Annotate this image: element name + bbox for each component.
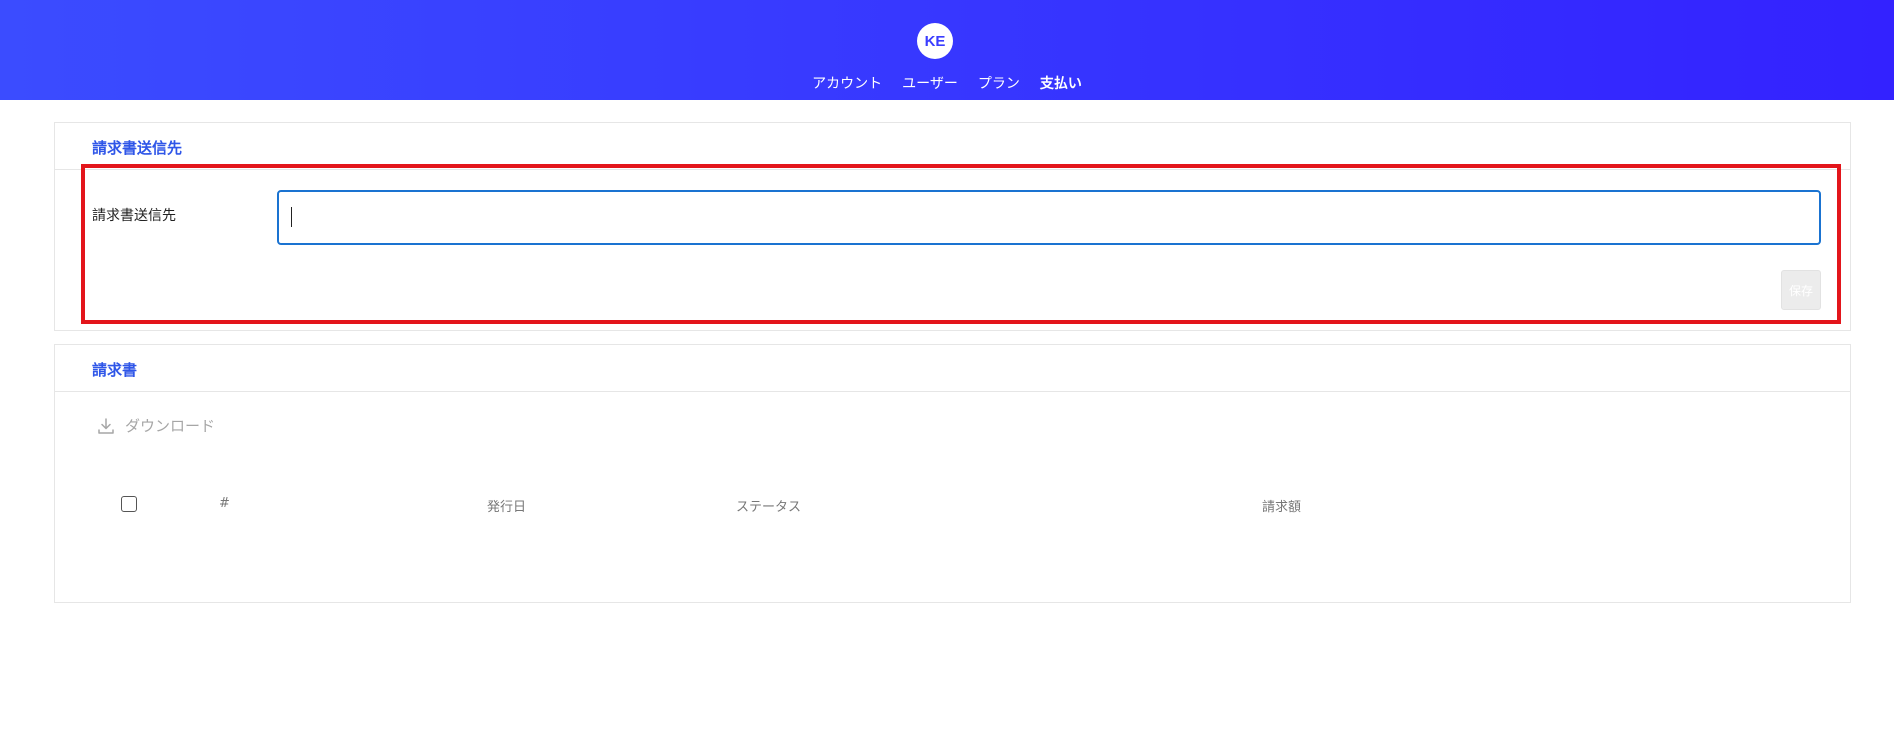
card-divider [55,169,1850,170]
column-header-status[interactable]: ステータス [736,496,801,515]
invoices-title: 請求書 [92,361,138,379]
billing-recipient-title: 請求書送信先 [92,139,183,157]
download-icon [98,417,114,434]
invoices-card: 請求書 ダウンロード # 発行日 ステータス 請求額 [54,344,1851,603]
billing-recipient-label: 請求書送信先 [92,208,176,224]
card-divider [55,391,1850,392]
text-caret [291,207,292,227]
billing-recipient-input[interactable] [277,190,1821,245]
column-header-number[interactable]: # [219,496,230,511]
column-header-amount[interactable]: 請求額 [1262,496,1301,515]
download-label: ダウンロード [125,417,216,435]
save-button[interactable]: 保存 [1781,270,1821,310]
download-button[interactable]: ダウンロード [97,415,215,436]
tab-users[interactable]: ユーザー [902,74,958,94]
settings-nav: アカウント ユーザー プラン 支払い [0,74,1894,94]
avatar[interactable]: KE [917,23,953,59]
column-header-issue-date[interactable]: 発行日 [487,496,526,515]
tab-payment[interactable]: 支払い [1040,74,1082,94]
tab-plan[interactable]: プラン [978,74,1020,94]
select-all-checkbox[interactable] [121,496,137,512]
app-header: KE アカウント ユーザー プラン 支払い [0,0,1894,100]
billing-recipient-card: 請求書送信先 請求書送信先 保存 [54,122,1851,331]
tab-account[interactable]: アカウント [812,74,882,94]
